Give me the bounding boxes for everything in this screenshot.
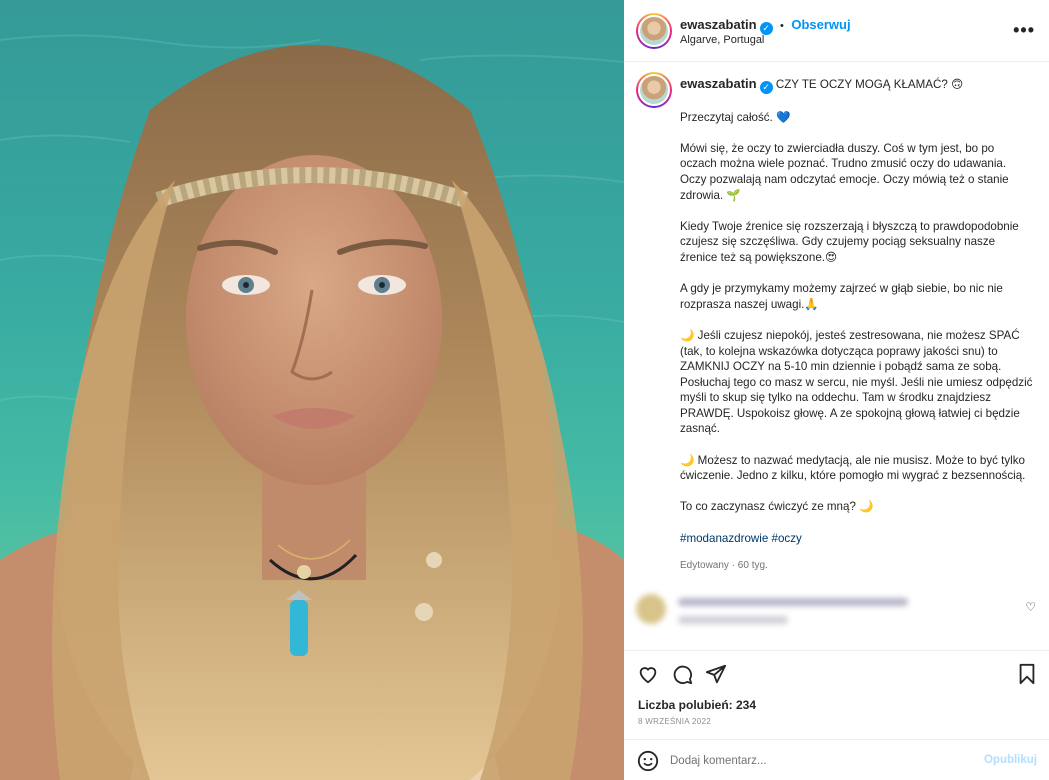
blurred-comment: ♡ — [636, 592, 1036, 632]
publish-button[interactable]: Opublikuj — [984, 754, 1037, 766]
post-side-panel: ewaszabatin ✓ • Obserwuj Algarve, Portuga… — [624, 0, 1049, 780]
author-line: ewaszabatin ✓ • Obserwuj — [680, 16, 851, 35]
caption-paragraph: 🌙 Jeśli czujesz niepokój, jesteś zestres… — [680, 328, 1036, 436]
emoji-icon[interactable] — [637, 750, 659, 777]
caption: ewaszabatin ✓ CZY TE OCZY MOGĄ KŁAMAĆ? 🙃 … — [680, 76, 1034, 573]
caption-header: ewaszabatin ✓ CZY TE OCZY MOGĄ KŁAMAĆ? 🙃 — [680, 76, 1034, 94]
caption-paragraph: Kiedy Twoje źrenice się rozszerzają i bł… — [680, 219, 1022, 264]
likes-count[interactable]: Liczba polubień: 234 — [638, 698, 756, 712]
comment-meta-blurred — [678, 616, 788, 624]
caption-username[interactable]: ewaszabatin — [680, 76, 757, 91]
portrait-illustration — [0, 0, 624, 780]
post-header: ewaszabatin ✓ • Obserwuj Algarve, Portuga… — [624, 0, 1049, 62]
caption-title: CZY TE OCZY MOGĄ KŁAMAĆ? 🙃 — [775, 78, 964, 91]
verified-badge-icon: ✓ — [759, 81, 773, 94]
add-comment-bar: Opublikuj — [624, 739, 1049, 780]
post-body: ewaszabatin ✓ CZY TE OCZY MOGĄ KŁAMAĆ? 🙃 … — [624, 62, 1049, 650]
caption-paragraph: Przeczytaj całość. 💙 — [680, 110, 791, 124]
share-icon[interactable] — [705, 663, 727, 690]
comment-input[interactable] — [670, 752, 970, 770]
caption-paragraph: 🌙 Możesz to nazwać medytacją, ale nie mu… — [680, 453, 1029, 483]
post-photo[interactable] — [0, 0, 624, 780]
author-username[interactable]: ewaszabatin — [680, 17, 757, 32]
hashtags[interactable]: #modanazdrowie #oczy — [680, 531, 1034, 547]
comment-icon[interactable] — [671, 663, 693, 690]
bookmark-icon[interactable] — [1017, 663, 1037, 690]
caption-paragraph: Mówi się, że oczy to zwierciadła duszy. … — [680, 141, 1012, 202]
comment-text-blurred — [678, 598, 908, 606]
more-options-icon[interactable]: ••• — [1013, 20, 1035, 41]
caption-paragraph: To co zaczynasz ćwiczyć ze mną? 🌙 — [680, 500, 874, 514]
follow-button[interactable]: Obserwuj — [791, 17, 850, 32]
caption-paragraph: A gdy je przymykamy możemy zajrzeć w głą… — [680, 282, 1007, 311]
comment-like-icon[interactable]: ♡ — [1025, 600, 1036, 614]
caption-avatar[interactable] — [636, 72, 672, 108]
post-meta: Edytowany · 60 tyg. — [680, 559, 768, 571]
post-location[interactable]: Algarve, Portugal — [680, 34, 764, 46]
heart-icon[interactable] — [637, 663, 659, 690]
separator-dot: • — [780, 20, 784, 32]
post-actions: Liczba polubień: 234 8 WRZEŚNIA 2022 Opu… — [624, 650, 1049, 780]
post-date: 8 WRZEŚNIA 2022 — [638, 717, 711, 726]
author-avatar[interactable] — [636, 13, 672, 49]
comment-avatar — [636, 594, 666, 624]
